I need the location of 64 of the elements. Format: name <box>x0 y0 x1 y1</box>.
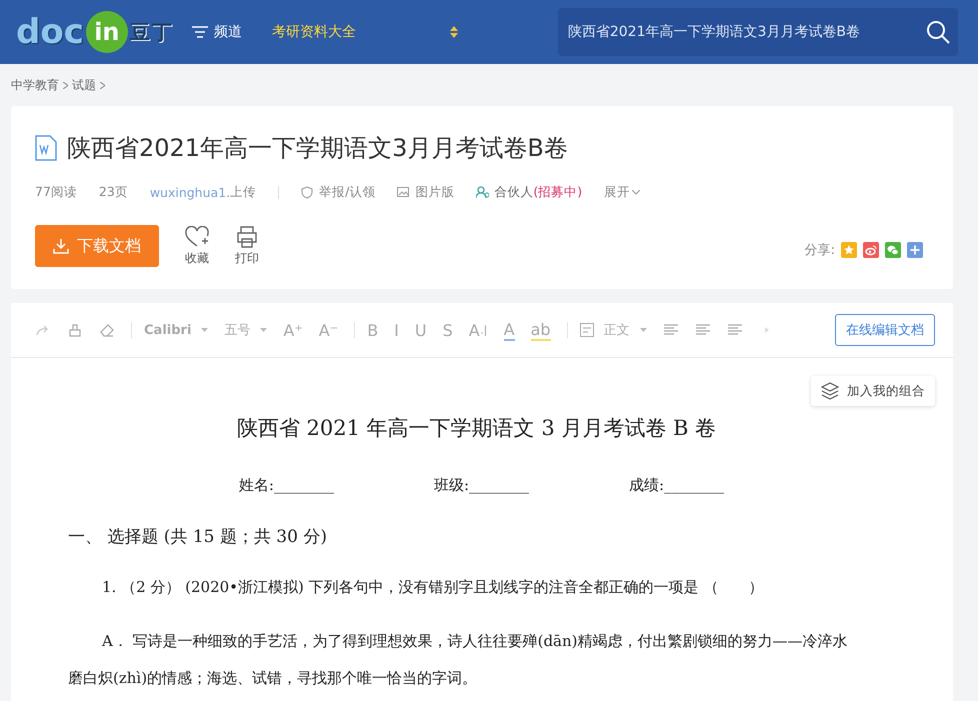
form-field-label: 姓名:________ <box>238 476 334 495</box>
form-field-label: 成绩:________ <box>629 476 724 495</box>
style-dropdown[interactable]: 正文 <box>580 321 647 339</box>
font-dropdown[interactable]: Calibri <box>144 322 208 338</box>
logo-badge[interactable]: in <box>86 11 128 53</box>
caret-icon <box>640 328 647 332</box>
image-icon <box>397 186 410 199</box>
breadcrumb-link[interactable]: 试题 <box>72 76 96 94</box>
uploader-link[interactable]: wuxinghua1. <box>150 185 230 200</box>
chat-bubbles-icon[interactable] <box>885 242 901 258</box>
font-color-button[interactable]: A <box>504 320 515 340</box>
plus-icon[interactable] <box>907 242 923 258</box>
download-button[interactable]: 下载文档 <box>35 225 159 267</box>
share-label: 分享: <box>804 242 835 259</box>
style-icon <box>580 323 594 337</box>
form-field-label: 班级:________ <box>434 476 530 495</box>
format-button[interactable]: U <box>414 320 427 340</box>
option-text: A． 写诗是一种细致的手艺活，为了得到理想效果，诗人往往要殚(dān)精竭虑，付出繁剧锁细的努力——冷淬水磨白炽(zhì)的情感；海选、试错，寻找那个唯一恰当的字词。 <box>68 631 849 689</box>
logo-text[interactable]: doc <box>16 12 84 52</box>
format-button[interactable]: A⁺ <box>283 320 303 340</box>
format-button[interactable]: B <box>367 320 378 340</box>
caret-icon <box>260 328 268 332</box>
weibo-icon[interactable] <box>863 242 879 258</box>
download-icon <box>53 238 69 254</box>
word-file-icon <box>35 135 57 161</box>
sort-icon[interactable] <box>450 26 458 38</box>
font-dropdown[interactable]: 五号 <box>224 321 268 339</box>
print-button[interactable]: 打印 <box>235 226 259 267</box>
partner-link[interactable]: 合伙人(招募中) <box>494 184 582 201</box>
read-count: 77阅读 <box>35 184 77 201</box>
format-button[interactable]: S <box>442 320 453 340</box>
promo-link[interactable]: 考研资料大全 <box>272 23 356 41</box>
shield-icon <box>301 186 314 199</box>
channel-menu[interactable]: 频道 <box>214 23 242 41</box>
chevron-icon <box>63 82 68 88</box>
menu-icon <box>192 26 208 38</box>
expand-link[interactable]: 展开 <box>604 184 640 201</box>
page-count: 23页 <box>98 184 128 201</box>
favorite-button[interactable]: 收藏 <box>185 226 209 267</box>
question-text: 1. （2 分） (2020•浙江模拟) 下列各句中，没有错别字且划线字的注音全都正确的一项是 （ ） <box>101 578 764 597</box>
document-title: 陕西省2021年高一下学期语文3月月考试卷B卷 <box>67 133 568 164</box>
breadcrumb-link[interactable]: 中学教育 <box>11 76 59 94</box>
search-field[interactable]: 陕西省2021年高一下学期语文3月月考试卷B卷 <box>558 8 958 56</box>
printer-icon <box>235 226 259 248</box>
layers-icon <box>821 382 839 400</box>
upload-label: 上传 <box>230 184 256 201</box>
highlight-button[interactable]: ab <box>530 320 551 340</box>
section-heading: 一、 选择题 (共 15 题；共 30 分) <box>68 526 328 548</box>
add-to-collection-button[interactable]: 加入我的组合 <box>811 376 935 406</box>
format-button[interactable]: A꜋ <box>468 320 488 340</box>
paint-brush-icon[interactable] <box>67 322 83 338</box>
format-button[interactable]: A⁻ <box>318 320 338 340</box>
page-title: 陕西省 2021 年高一下学期语文 3 月月考试卷 B 卷 <box>236 415 718 442</box>
chevron-icon <box>632 190 640 195</box>
format-button[interactable]: I <box>394 320 399 340</box>
logo-text[interactable]: 豆丁 <box>130 18 174 46</box>
image-version-link[interactable]: 图片版 <box>415 184 454 201</box>
chevron-icon <box>100 82 105 88</box>
heart-icon <box>185 226 209 248</box>
people-icon <box>476 186 490 199</box>
eraser-icon[interactable] <box>99 322 115 338</box>
report-link[interactable]: 举报/认领 <box>319 184 376 201</box>
edit-online-button[interactable]: 在线编辑文档 <box>835 314 935 346</box>
caret-icon <box>201 328 208 332</box>
